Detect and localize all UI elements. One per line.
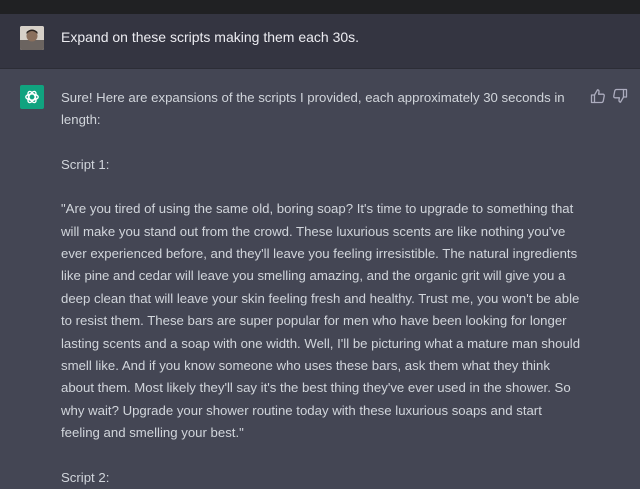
thumbs-down-icon[interactable] <box>612 88 628 104</box>
script2-heading: Script 2: <box>61 469 110 485</box>
top-bar <box>0 0 640 15</box>
assistant-message-content: Sure! Here are expansions of the scripts… <box>61 87 581 489</box>
user-avatar <box>20 26 44 50</box>
user-message-text: Expand on these scripts making them each… <box>61 29 360 45</box>
user-message-row: Expand on these scripts making them each… <box>0 14 640 69</box>
thumbs-up-icon[interactable] <box>590 88 606 104</box>
assistant-intro: Sure! Here are expansions of the scripts… <box>61 90 565 128</box>
script1-heading: Script 1: <box>61 156 110 172</box>
assistant-message-row: Sure! Here are expansions of the scripts… <box>0 69 640 485</box>
script1-body: "Are you tired of using the same old, bo… <box>61 201 581 441</box>
openai-logo-icon <box>20 85 44 109</box>
